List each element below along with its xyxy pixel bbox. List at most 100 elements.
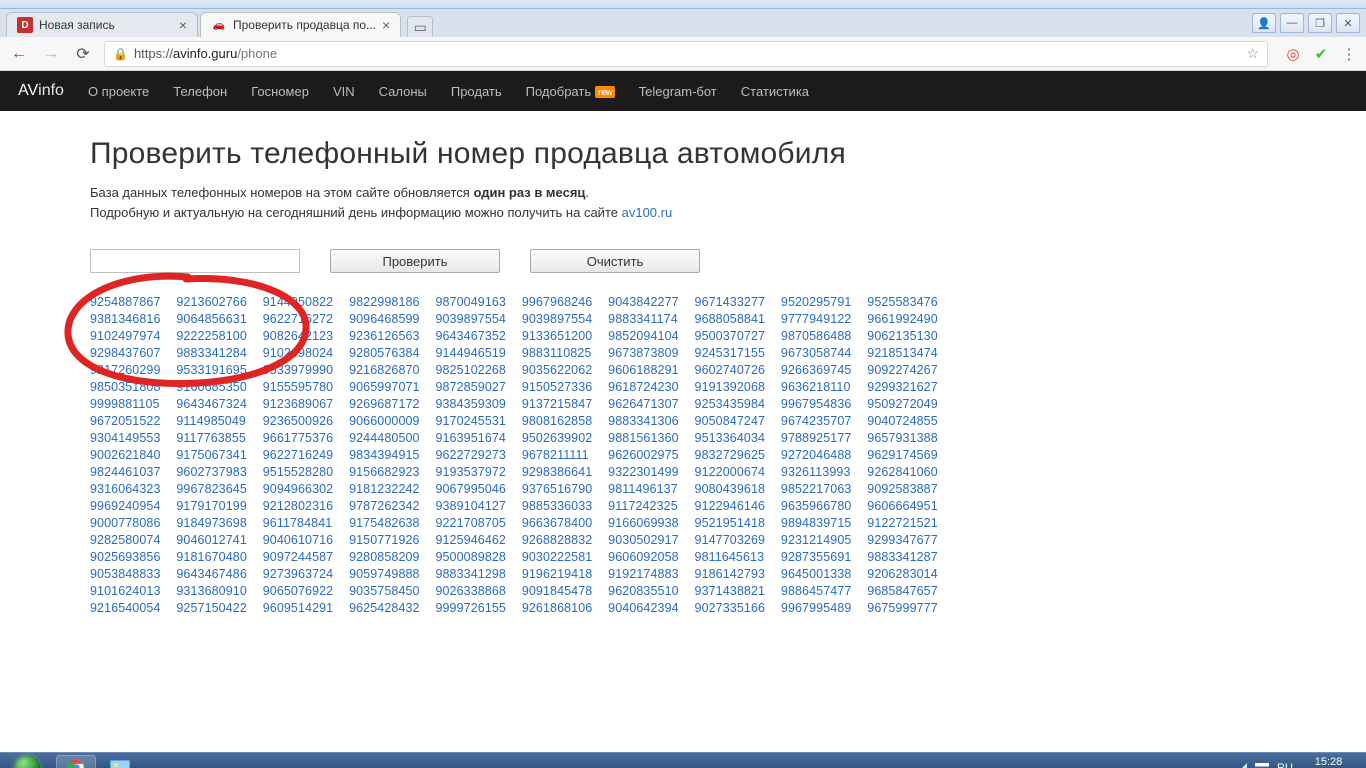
phone-number-link[interactable]: 9870049163 (435, 295, 511, 309)
phone-number-link[interactable]: 9661775376 (263, 431, 339, 445)
phone-number-link[interactable]: 9894839715 (781, 516, 857, 530)
nav-phone[interactable]: Телефон (173, 84, 227, 99)
phone-number-link[interactable]: 9175067341 (176, 448, 252, 462)
phone-number-link[interactable]: 9521951418 (695, 516, 771, 530)
phone-number-link[interactable]: 9881561360 (608, 431, 684, 445)
phone-number-link[interactable]: 9065076922 (263, 584, 339, 598)
phone-number-link[interactable]: 9304149553 (90, 431, 166, 445)
phone-number-link[interactable]: 9525583476 (867, 295, 943, 309)
phone-number-link[interactable]: 9533191695 (176, 363, 252, 377)
phone-number-link[interactable]: 9192174883 (608, 567, 684, 581)
phone-number-link[interactable]: 9678211111 (522, 448, 598, 462)
phone-number-link[interactable]: 9147703269 (695, 533, 771, 547)
phone-number-link[interactable]: 9611784841 (263, 516, 339, 530)
phone-number-link[interactable]: 9513364034 (695, 431, 771, 445)
phone-number-link[interactable]: 9883341284 (176, 346, 252, 360)
phone-number-link[interactable]: 9170245531 (435, 414, 511, 428)
phone-number-link[interactable]: 9381346816 (90, 312, 166, 326)
phone-number-link[interactable]: 9883341287 (867, 550, 943, 564)
phone-number-link[interactable]: 9606188291 (608, 363, 684, 377)
phone-number-link[interactable]: 9094966302 (263, 482, 339, 496)
phone-number-link[interactable]: 9097244587 (263, 550, 339, 564)
phone-number-link[interactable]: 9218513474 (867, 346, 943, 360)
phone-number-link[interactable]: 9282580074 (90, 533, 166, 547)
phone-number-link[interactable]: 9967823645 (176, 482, 252, 496)
phone-number-link[interactable]: 9636218110 (781, 380, 857, 394)
phone-number-link[interactable]: 9039897554 (522, 312, 598, 326)
phone-number-link[interactable]: 9622729273 (435, 448, 511, 462)
nav-vin[interactable]: VIN (333, 84, 355, 99)
phone-number-link[interactable]: 9643467486 (176, 567, 252, 581)
phone-number-link[interactable]: 9030222581 (522, 550, 598, 564)
phone-number-link[interactable]: 9500370727 (695, 329, 771, 343)
phone-number-link[interactable]: 9645001338 (781, 567, 857, 581)
browser-tab-inactive[interactable]: D Новая запись × (6, 12, 198, 37)
phone-number-link[interactable]: 9175482638 (349, 516, 425, 530)
forward-button[interactable]: → (40, 43, 62, 65)
phone-number-link[interactable]: 9850351808 (90, 380, 166, 394)
phone-number-link[interactable]: 9618724230 (608, 380, 684, 394)
phone-number-link[interactable]: 9163951674 (435, 431, 511, 445)
phone-number-link[interactable]: 9096468599 (349, 312, 425, 326)
phone-number-link[interactable]: 9673873809 (608, 346, 684, 360)
phone-number-link[interactable]: 9216826870 (349, 363, 425, 377)
phone-number-link[interactable]: 9035758450 (349, 584, 425, 598)
phone-number-link[interactable]: 9822998186 (349, 295, 425, 309)
phone-number-link[interactable]: 9040724855 (867, 414, 943, 428)
phone-number-link[interactable]: 9212802316 (263, 499, 339, 513)
phone-number-link[interactable]: 9299347677 (867, 533, 943, 547)
phone-number-link[interactable]: 9117763855 (176, 431, 252, 445)
phone-number-link[interactable]: 9221708705 (435, 516, 511, 530)
phone-number-link[interactable]: 9625428432 (349, 601, 425, 615)
phone-number-link[interactable]: 9671433277 (695, 295, 771, 309)
phone-number-link[interactable]: 9125946462 (435, 533, 511, 547)
phone-number-link[interactable]: 9675999777 (867, 601, 943, 615)
phone-number-link[interactable]: 9673058744 (781, 346, 857, 360)
phone-number-link[interactable]: 9102498024 (263, 346, 339, 360)
phone-number-link[interactable]: 9824461037 (90, 465, 166, 479)
user-icon[interactable]: 👤 (1252, 13, 1276, 33)
phone-number-link[interactable]: 9886457477 (781, 584, 857, 598)
phone-number-link[interactable]: 9620835510 (608, 584, 684, 598)
phone-number-link[interactable]: 9602737983 (176, 465, 252, 479)
phone-number-link[interactable]: 9082642123 (263, 329, 339, 343)
phone-number-link[interactable]: 9123689067 (263, 397, 339, 411)
phone-number-link[interactable]: 9160685350 (176, 380, 252, 394)
back-button[interactable]: ← (8, 43, 30, 65)
phone-number-link[interactable]: 9808162858 (522, 414, 598, 428)
phone-number-link[interactable]: 9091845478 (522, 584, 598, 598)
phone-number-link[interactable]: 9101624013 (90, 584, 166, 598)
phone-number-link[interactable]: 9883341298 (435, 567, 511, 581)
clear-button[interactable]: Очистить (530, 249, 700, 273)
phone-number-link[interactable]: 9883341174 (608, 312, 684, 326)
phone-number-link[interactable]: 9206283014 (867, 567, 943, 581)
phone-number-link[interactable]: 9040610716 (263, 533, 339, 547)
phone-number-link[interactable]: 9322301499 (608, 465, 684, 479)
phone-number-link[interactable]: 9222258100 (176, 329, 252, 343)
phone-number-link[interactable]: 9273963724 (263, 567, 339, 581)
phone-number-link[interactable]: 9643467352 (435, 329, 511, 343)
phone-number-link[interactable]: 9030502917 (608, 533, 684, 547)
phone-number-link[interactable]: 9663678400 (522, 516, 598, 530)
phone-number-link[interactable]: 9629174569 (867, 448, 943, 462)
phone-number-link[interactable]: 9133651200 (522, 329, 598, 343)
phone-number-link[interactable]: 9606664951 (867, 499, 943, 513)
phone-number-link[interactable]: 9280576384 (349, 346, 425, 360)
phone-number-link[interactable]: 9064856631 (176, 312, 252, 326)
phone-number-link[interactable]: 9870586488 (781, 329, 857, 343)
phone-number-link[interactable]: 9287355691 (781, 550, 857, 564)
phone-number-link[interactable]: 9000778086 (90, 516, 166, 530)
phone-number-link[interactable]: 9269687172 (349, 397, 425, 411)
site-logo[interactable]: AVinfo (18, 82, 64, 100)
phone-number-link[interactable]: 9872859027 (435, 380, 511, 394)
phone-number-link[interactable]: 9184973698 (176, 516, 252, 530)
phone-number-link[interactable]: 9606092058 (608, 550, 684, 564)
phone-number-link[interactable]: 9674235707 (781, 414, 857, 428)
phone-number-link[interactable]: 9137215847 (522, 397, 598, 411)
phone-number-link[interactable]: 9852217063 (781, 482, 857, 496)
nav-sell[interactable]: Продать (451, 84, 502, 99)
nav-pick[interactable]: Подобратьnew (526, 84, 615, 99)
phone-number-link[interactable]: 9266369745 (781, 363, 857, 377)
phone-number-link[interactable]: 9191392068 (695, 380, 771, 394)
menu-icon[interactable]: ⋮ (1340, 45, 1358, 63)
